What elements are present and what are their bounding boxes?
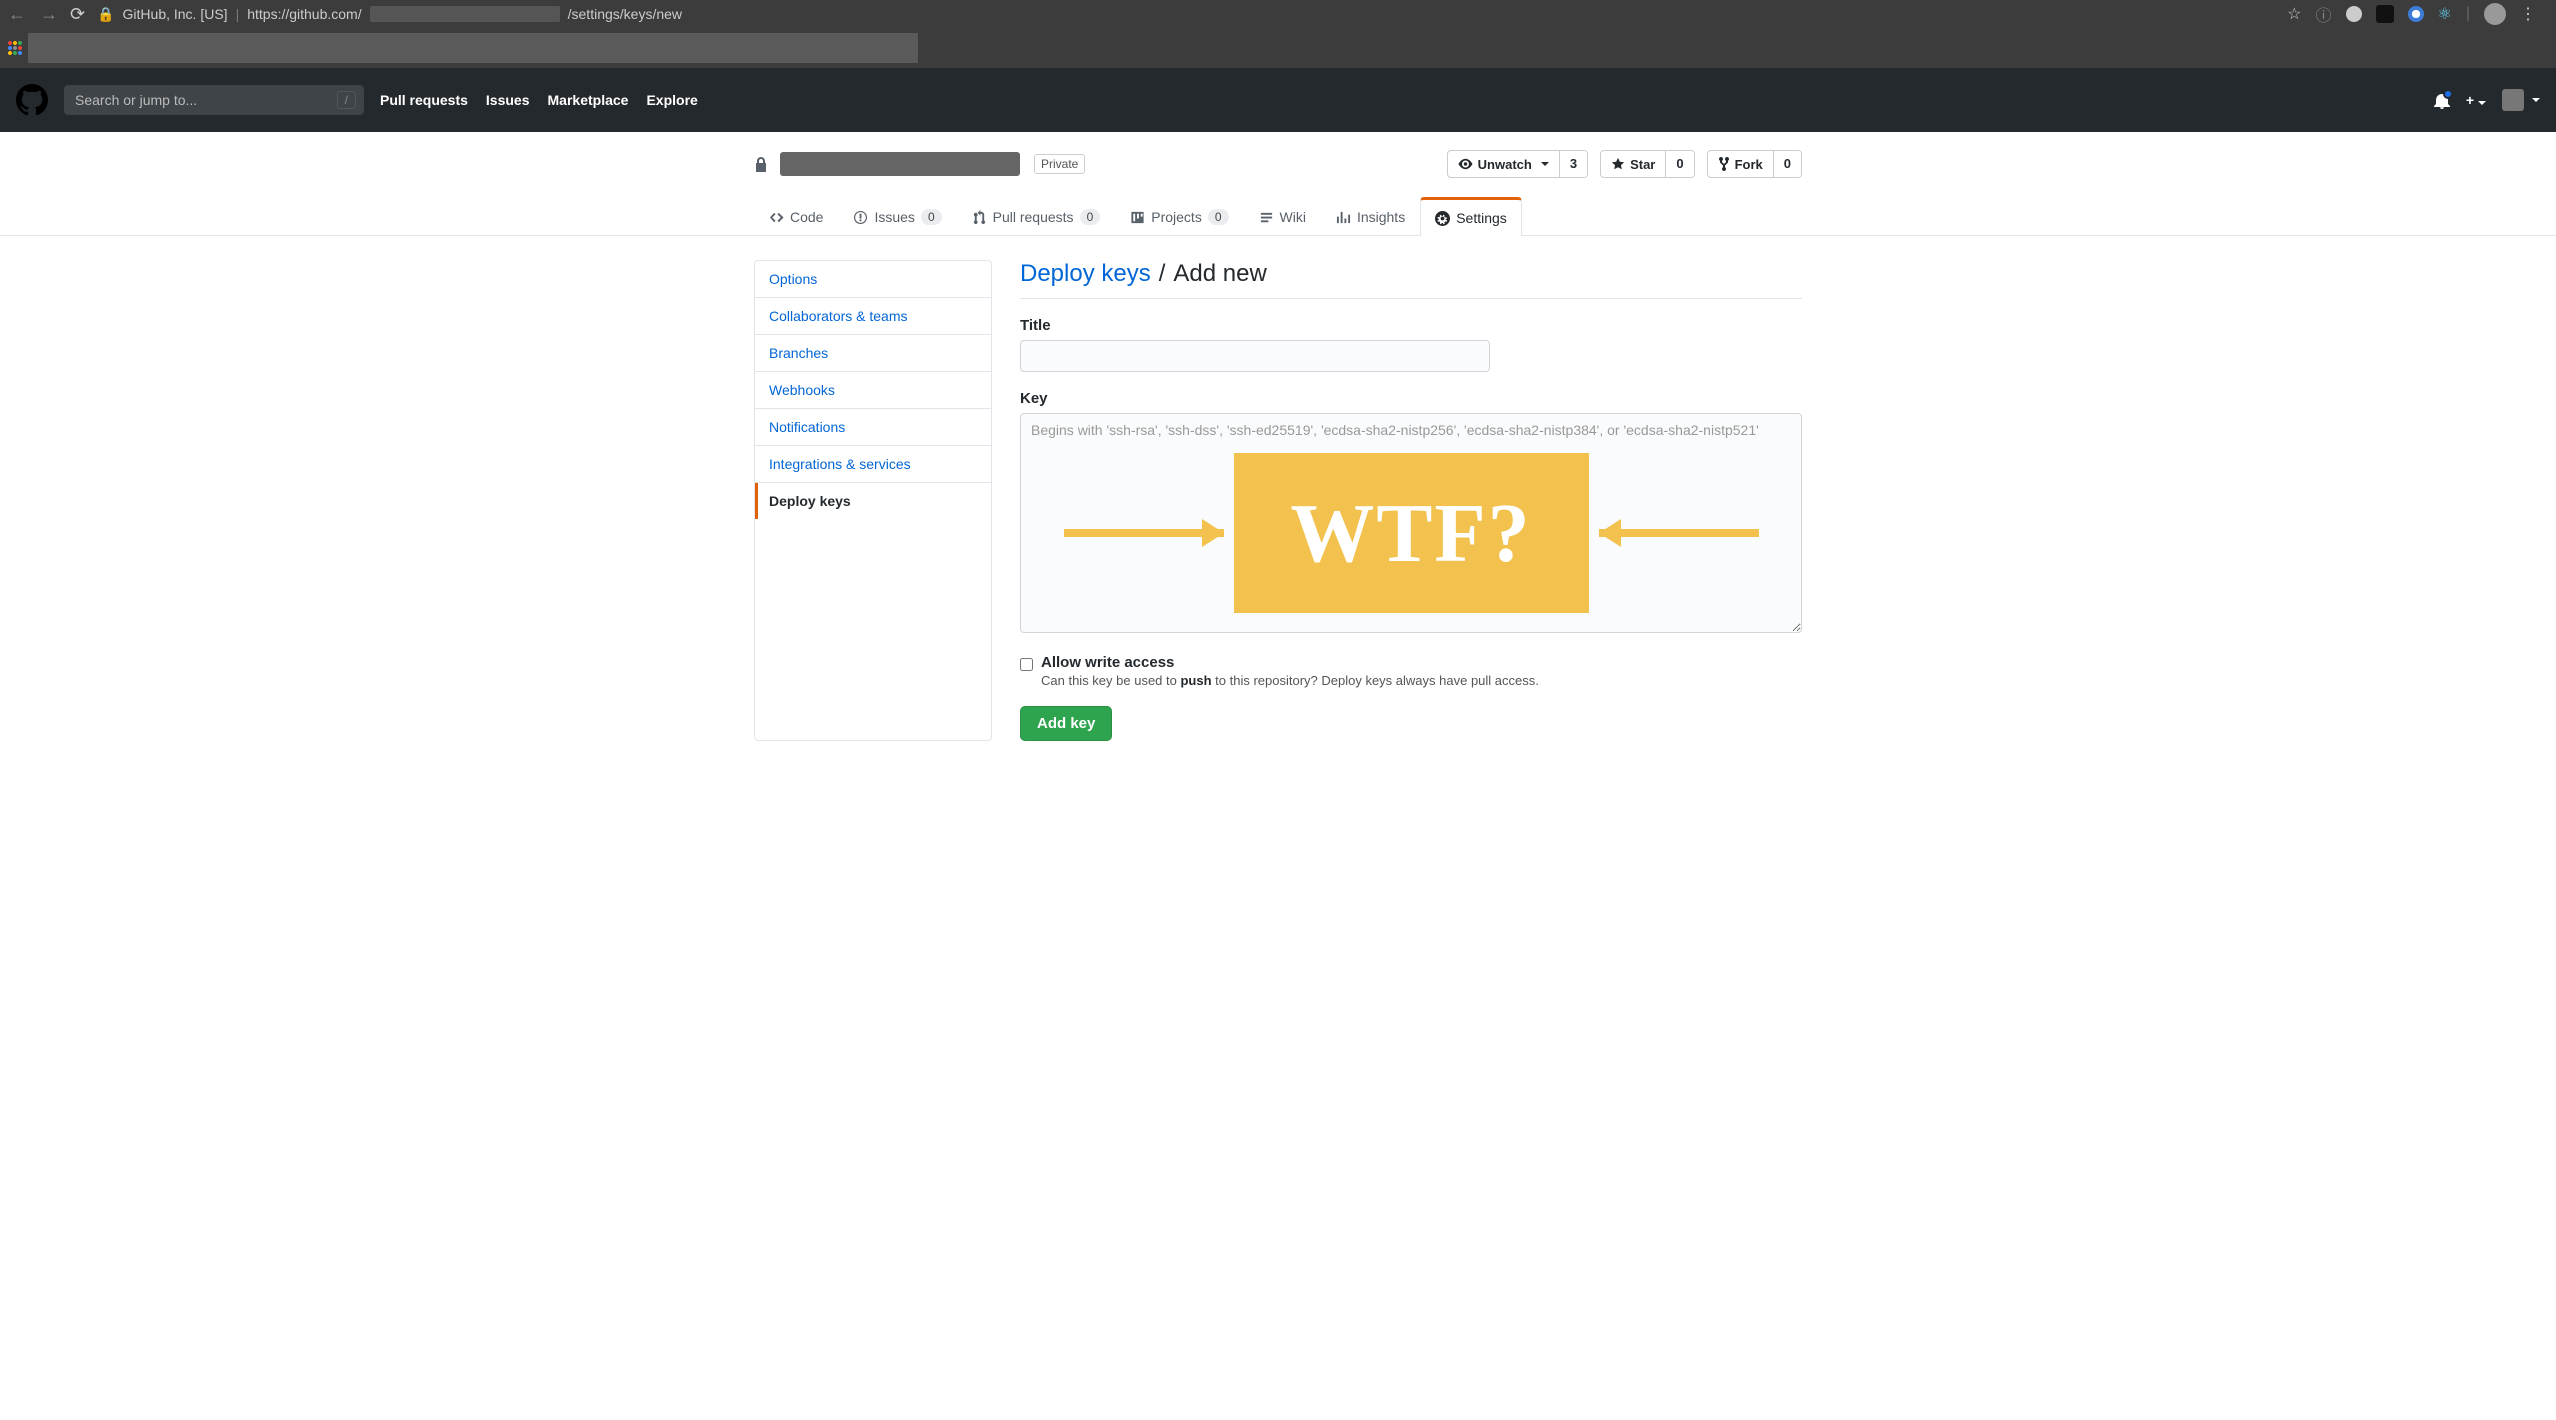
sidebar-item-integrations[interactable]: Integrations & services — [755, 446, 991, 483]
sidebar-item-deploy-keys[interactable]: Deploy keys — [755, 483, 991, 519]
watch-count[interactable]: 3 — [1559, 151, 1587, 177]
sidebar-item-notifications[interactable]: Notifications — [755, 409, 991, 446]
add-key-button[interactable]: Add key — [1020, 706, 1112, 741]
extension-icon-2[interactable] — [2408, 6, 2424, 22]
url-prefix: https://github.com/ — [247, 6, 361, 22]
extension-icon-1[interactable] — [2346, 6, 2362, 22]
fork-button[interactable]: Fork 0 — [1707, 150, 1802, 178]
notification-dot-icon — [2443, 89, 2453, 99]
tab-wiki[interactable]: Wiki — [1244, 197, 1321, 236]
allow-write-hint: Can this key be used to push to this rep… — [1041, 673, 1539, 688]
avatar-icon — [2502, 89, 2524, 111]
nav-explore[interactable]: Explore — [646, 92, 697, 108]
fork-count[interactable]: 0 — [1773, 151, 1801, 177]
title-input[interactable] — [1020, 340, 1490, 372]
allow-write-checkbox[interactable] — [1020, 658, 1033, 671]
extension-icon-amazon[interactable] — [2376, 5, 2394, 23]
settings-sidebar: Options Collaborators & teams Branches W… — [754, 260, 992, 741]
tab-projects[interactable]: Projects 0 — [1115, 197, 1243, 236]
tab-pull-requests[interactable]: Pull requests 0 — [957, 197, 1116, 236]
url-suffix: /settings/keys/new — [568, 6, 682, 22]
search-input[interactable] — [64, 85, 364, 115]
unwatch-button[interactable]: Unwatch 3 — [1447, 150, 1588, 178]
create-new-dropdown[interactable]: + — [2466, 92, 2486, 108]
key-label: Key — [1020, 390, 1802, 407]
github-header: / Pull requests Issues Marketplace Explo… — [0, 68, 2556, 132]
issues-count: 0 — [921, 209, 942, 225]
title-label: Title — [1020, 317, 1802, 334]
sidebar-item-webhooks[interactable]: Webhooks — [755, 372, 991, 409]
bookmark-star-icon[interactable]: ☆ — [2287, 4, 2301, 24]
repo-header: Private Unwatch 3 Star 0 Fork 0 — [738, 150, 1818, 178]
key-textarea[interactable] — [1020, 413, 1802, 633]
sidebar-item-collaborators[interactable]: Collaborators & teams — [755, 298, 991, 335]
tab-insights[interactable]: Insights — [1321, 197, 1420, 236]
sidebar-item-options[interactable]: Options — [755, 261, 991, 298]
tab-code[interactable]: Code — [754, 197, 838, 236]
browser-nav-arrows: ← → — [8, 4, 58, 25]
sidebar-item-branches[interactable]: Branches — [755, 335, 991, 372]
back-icon[interactable]: ← — [8, 4, 26, 25]
reload-icon[interactable]: ⟳ — [70, 4, 85, 25]
lock-icon: 🔒 — [97, 6, 114, 23]
lock-icon — [754, 155, 768, 172]
apps-icon[interactable] — [8, 41, 22, 55]
page-title: Deploy keys / Add new — [1020, 260, 1802, 299]
browser-chrome: ← → ⟳ 🔒 GitHub, Inc. [US] | https://gith… — [0, 0, 2556, 68]
nav-pull-requests[interactable]: Pull requests — [380, 92, 468, 108]
forward-icon[interactable]: → — [40, 4, 58, 25]
tab-issues[interactable]: Issues 0 — [838, 197, 956, 236]
notifications-icon[interactable] — [2434, 91, 2450, 108]
nav-issues[interactable]: Issues — [486, 92, 530, 108]
pulls-count: 0 — [1080, 209, 1101, 225]
breadcrumb-current: Add new — [1173, 260, 1266, 288]
react-devtools-icon[interactable]: ⚛ — [2438, 4, 2452, 24]
user-avatar-dropdown[interactable] — [2502, 89, 2540, 111]
allow-write-label: Allow write access — [1041, 654, 1539, 671]
redacted-repo-path — [370, 6, 560, 22]
github-logo-icon[interactable] — [16, 84, 48, 116]
repo-tab-nav: Code Issues 0 Pull requests 0 Projects 0… — [738, 196, 1818, 235]
info-icon[interactable]: ⓘ — [2315, 2, 2331, 26]
secure-origin-label: GitHub, Inc. [US] — [123, 6, 228, 22]
breadcrumb-deploy-keys-link[interactable]: Deploy keys — [1020, 260, 1151, 288]
search-slash-badge: / — [337, 91, 356, 109]
bookmarks-redacted — [28, 33, 918, 63]
url-bar[interactable]: 🔒 GitHub, Inc. [US] | https://github.com… — [97, 6, 2275, 23]
star-count[interactable]: 0 — [1665, 151, 1693, 177]
primary-nav: Pull requests Issues Marketplace Explore — [380, 92, 698, 108]
repo-name-redacted — [780, 152, 1020, 176]
browser-menu-icon[interactable]: ⋮ — [2520, 4, 2536, 24]
profile-icon[interactable] — [2484, 3, 2506, 25]
projects-count: 0 — [1208, 209, 1229, 225]
private-badge: Private — [1034, 154, 1085, 174]
nav-marketplace[interactable]: Marketplace — [548, 92, 629, 108]
main-content: Deploy keys / Add new Title Key WTF? All… — [1020, 260, 1802, 741]
star-button[interactable]: Star 0 — [1600, 150, 1695, 178]
tab-settings[interactable]: Settings — [1420, 197, 1522, 236]
